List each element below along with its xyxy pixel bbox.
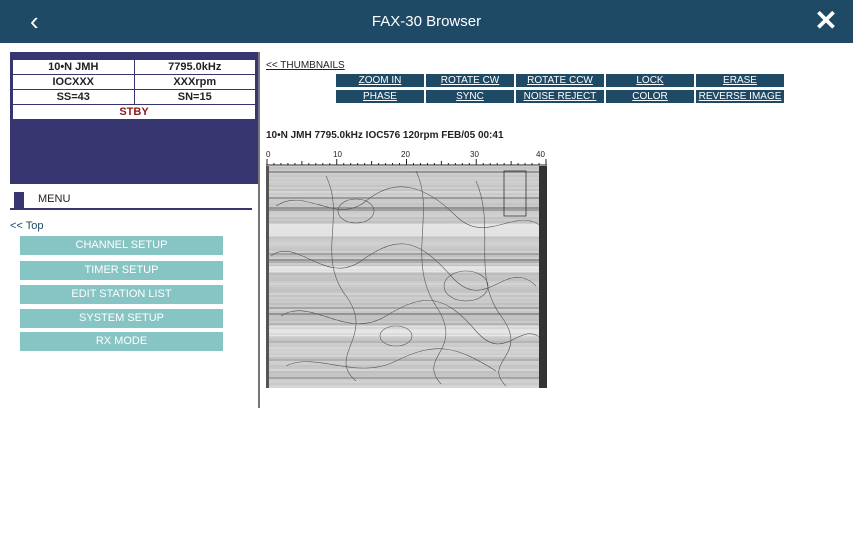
status-table: 10•N JMH 7795.0kHz IOCXXX XXXrpm SS=43 S…: [12, 59, 256, 120]
noise-reject-button[interactable]: NOISE REJECT: [516, 90, 604, 103]
fax-title: 10•N JMH 7795.0kHz IOC576 120rpm FEB/05 …: [266, 130, 504, 141]
zoom-in-button[interactable]: ZOOM IN: [336, 74, 424, 87]
sync-button[interactable]: SYNC: [426, 90, 514, 103]
frequency-cell: 7795.0kHz: [133, 59, 256, 75]
state-cell: STBY: [12, 104, 256, 120]
close-icon[interactable]: ✕: [813, 5, 839, 37]
reverse-image-button[interactable]: REVERSE IMAGE: [696, 90, 784, 103]
station-cell: 10•N JMH: [12, 59, 135, 75]
fax-image[interactable]: [266, 166, 547, 388]
erase-button[interactable]: ERASE: [696, 74, 784, 87]
menu-title: MENU: [38, 193, 71, 205]
thumbnails-link[interactable]: << THUMBNAILS: [266, 60, 345, 71]
scale-label: 10: [333, 150, 342, 159]
rpm-cell: XXXrpm: [133, 74, 256, 90]
scale-label: 20: [401, 150, 410, 159]
signal-noise-cell: SN=15: [133, 89, 256, 105]
rotate-ccw-button[interactable]: ROTATE CCW: [516, 74, 604, 87]
phase-button[interactable]: PHASE: [336, 90, 424, 103]
status-row: IOCXXX XXXrpm: [12, 74, 256, 90]
edit-station-list-button[interactable]: EDIT STATION LIST: [20, 285, 223, 304]
window-title: FAX-30 Browser: [371, 13, 482, 30]
rotate-cw-button[interactable]: ROTATE CW: [426, 74, 514, 87]
scale-label: 30: [470, 150, 479, 159]
panel-divider: [258, 52, 260, 408]
receiver-status-panel: 10•N JMH 7795.0kHz IOCXXX XXXrpm SS=43 S…: [10, 52, 258, 184]
top-link[interactable]: << Top: [10, 220, 43, 232]
fax-scale-ruler: 0 10 20 30 40: [266, 150, 547, 166]
system-setup-button[interactable]: SYSTEM SETUP: [20, 309, 223, 328]
ioc-cell: IOCXXX: [12, 74, 135, 90]
scale-label: 0: [266, 150, 271, 159]
menu-marker-icon: [14, 192, 24, 208]
status-row: STBY: [12, 104, 256, 120]
channel-setup-button[interactable]: CHANNEL SETUP: [20, 236, 223, 255]
lock-button[interactable]: LOCK: [606, 74, 694, 87]
title-bar: ‹ FAX-30 Browser ✕: [0, 0, 853, 43]
left-panel: 10•N JMH 7795.0kHz IOCXXX XXXrpm SS=43 S…: [10, 52, 258, 540]
menu-header: MENU: [10, 190, 252, 210]
timer-setup-button[interactable]: TIMER SETUP: [20, 261, 223, 280]
scale-label: 40: [536, 150, 545, 159]
status-row: 10•N JMH 7795.0kHz: [12, 59, 256, 75]
signal-strength-cell: SS=43: [12, 89, 135, 105]
status-row: SS=43 SN=15: [12, 89, 256, 105]
rx-mode-button[interactable]: RX MODE: [20, 332, 223, 351]
color-button[interactable]: COLOR: [606, 90, 694, 103]
